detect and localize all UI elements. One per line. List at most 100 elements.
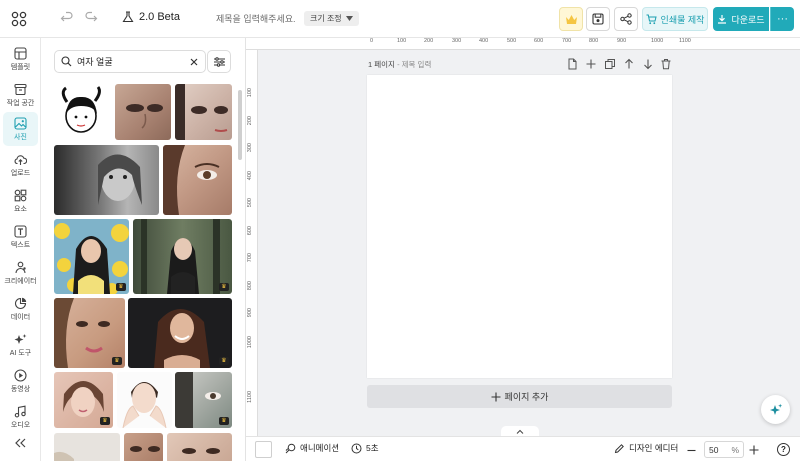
- add-page-button[interactable]: 페이지 추가: [367, 385, 672, 408]
- ruler-label: 1000: [651, 38, 664, 44]
- ai-assistant-button[interactable]: [761, 395, 790, 424]
- photo-thumbnail[interactable]: [163, 145, 232, 215]
- design-page[interactable]: [367, 75, 672, 378]
- sidebar-item-creator[interactable]: 크리에이터: [0, 256, 41, 290]
- ruler-label: 900: [617, 38, 627, 44]
- sidebar-item-label: 요소: [14, 205, 27, 213]
- download-button[interactable]: 다운로드: [713, 7, 769, 31]
- photo-thumbnail[interactable]: [54, 433, 120, 461]
- sidebar-item-text[interactable]: 텍스트: [0, 220, 41, 254]
- photo-thumbnail[interactable]: [115, 84, 171, 140]
- page-tray-toggle[interactable]: [501, 426, 539, 436]
- resize-label: 크기 조정: [310, 14, 342, 23]
- ruler-label: 1000: [247, 336, 253, 349]
- animation-button[interactable]: 애니메이션: [285, 442, 339, 454]
- photo-thumbnail[interactable]: ♛: [128, 298, 232, 368]
- version-badge[interactable]: 2.0 Beta: [122, 11, 180, 23]
- collapse-icon[interactable]: [12, 437, 28, 449]
- undo-icon[interactable]: [60, 11, 74, 25]
- zoom-input[interactable]: 50 %: [704, 441, 744, 458]
- sidebar-item-label: 크리에이터: [4, 277, 37, 285]
- version-label: 2.0 Beta: [139, 11, 180, 23]
- premium-button[interactable]: [559, 7, 583, 31]
- apps-grid-icon[interactable]: [11, 11, 27, 27]
- share-button[interactable]: [614, 7, 638, 31]
- photo-thumbnail[interactable]: ♛: [54, 219, 129, 294]
- page-title-input[interactable]: 제목 입력: [402, 60, 432, 69]
- ai-tools-icon: [14, 333, 27, 344]
- animation-icon: [285, 443, 296, 453]
- print-order-label: 인쇄물 제작: [660, 14, 705, 25]
- animation-label: 애니메이션: [300, 443, 340, 453]
- move-page-down-icon[interactable]: [642, 58, 654, 70]
- photo-thumbnail[interactable]: [124, 433, 163, 461]
- audio-icon: [14, 405, 26, 417]
- duration-button[interactable]: 5초: [351, 442, 379, 454]
- sidebar-item-photos[interactable]: 사진: [3, 112, 38, 146]
- premium-crown-icon: ♛: [219, 283, 229, 291]
- sidebar-item-workspace[interactable]: 작업 공간: [0, 78, 41, 112]
- photo-panel: 여자 얼굴 ♛ ♛ ♛ ♛ ♛ ♛: [41, 38, 246, 461]
- clear-search-icon[interactable]: [183, 58, 205, 66]
- ruler-label: 700: [247, 253, 253, 263]
- redo-icon[interactable]: [84, 11, 98, 25]
- photo-thumbnail[interactable]: [54, 84, 112, 140]
- sidebar-item-elements[interactable]: 요소: [0, 184, 41, 218]
- print-order-button[interactable]: 인쇄물 제작: [642, 7, 708, 31]
- photo-thumbnail[interactable]: [175, 84, 232, 140]
- design-editor-label: 디자인 에디터: [629, 443, 679, 453]
- zoom-unit: %: [731, 444, 739, 455]
- sidebar-item-audio[interactable]: 오디오: [0, 400, 41, 434]
- photo-search-box[interactable]: 여자 얼굴: [54, 50, 206, 73]
- sidebar-item-ai-tools[interactable]: AI 도구: [0, 328, 41, 362]
- cart-icon: [646, 14, 657, 24]
- zoom-value: 50: [709, 444, 719, 455]
- sidebar-item-upload[interactable]: 업로드: [0, 148, 41, 182]
- horizontal-ruler: 0 100 200 300 400 500 600 700 800 900 10…: [246, 38, 800, 50]
- timer-icon: [351, 443, 362, 453]
- download-icon: [718, 15, 727, 24]
- text-icon: [14, 224, 27, 238]
- duplicate-page-icon[interactable]: [604, 58, 616, 70]
- zoom-in-icon[interactable]: [749, 445, 759, 455]
- duration-label: 5초: [366, 443, 379, 453]
- photo-thumbnail[interactable]: [117, 372, 172, 428]
- ruler-label: 400: [247, 171, 253, 181]
- photo-thumbnail[interactable]: ♛: [175, 372, 232, 428]
- resize-button[interactable]: 크기 조정: [304, 11, 359, 26]
- photo-icon: [14, 116, 27, 130]
- photo-thumbnail[interactable]: ♛: [54, 372, 113, 428]
- page-note-icon[interactable]: [566, 58, 578, 70]
- help-button[interactable]: ?: [777, 443, 790, 456]
- sidebar-item-templates[interactable]: 템플릿: [0, 42, 41, 76]
- premium-crown-icon: ♛: [116, 283, 126, 291]
- photo-thumbnail[interactable]: [167, 433, 232, 461]
- save-button[interactable]: [586, 7, 610, 31]
- page-heading[interactable]: 1 페이지 - 제목 입력: [368, 59, 431, 70]
- filter-button[interactable]: [207, 50, 231, 73]
- sidebar-item-data[interactable]: 데이터: [0, 292, 41, 326]
- photo-thumbnail[interactable]: ♛: [54, 298, 125, 368]
- template-icon: [14, 46, 27, 60]
- zoom-out-icon[interactable]: [687, 446, 696, 455]
- more-options-button[interactable]: ···: [770, 7, 794, 31]
- top-bar: 2.0 Beta 제목을 입력해주세요. 크기 조정 인쇄물 제작 다운로드 ·…: [0, 0, 800, 38]
- sidebar-item-video[interactable]: 동영상: [0, 364, 41, 398]
- add-page-icon[interactable]: [585, 58, 597, 70]
- search-input[interactable]: 여자 얼굴: [77, 55, 178, 68]
- photo-thumbnail[interactable]: [54, 145, 159, 215]
- sidebar-item-label: 동영상: [10, 385, 31, 393]
- photo-thumbnail[interactable]: ♛: [133, 219, 232, 294]
- move-page-up-icon[interactable]: [623, 58, 635, 70]
- left-sidebar: 템플릿 작업 공간 사진 업로드 요소 텍스트 크리에이터 데이터 AI 도구 …: [0, 38, 41, 461]
- bottom-toolbar: 애니메이션 5초 디자인 에디터 50 % ?: [246, 436, 800, 461]
- canvas-workspace: 0 100 200 300 400 500 600 700 800 900 10…: [246, 38, 800, 436]
- ruler-label: 500: [507, 38, 517, 44]
- document-title-input[interactable]: 제목을 입력해주세요.: [216, 12, 296, 25]
- delete-page-icon[interactable]: [660, 58, 672, 70]
- design-editor-button[interactable]: 디자인 에디터: [614, 442, 678, 454]
- page-thumbnail[interactable]: [255, 441, 272, 458]
- sidebar-item-label: 오디오: [10, 421, 31, 429]
- panel-scrollbar[interactable]: [238, 90, 242, 160]
- pencil-icon: [614, 443, 624, 453]
